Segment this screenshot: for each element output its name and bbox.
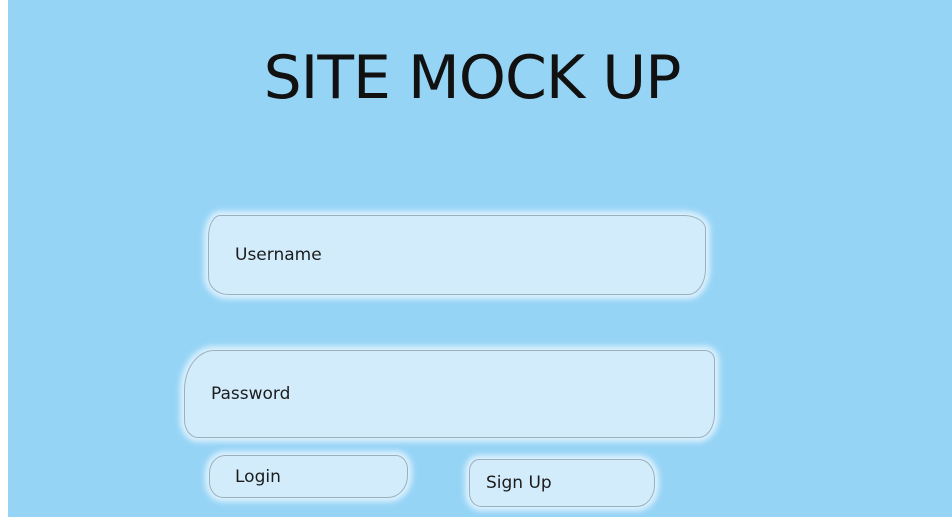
signup-button-label: Sign Up: [486, 473, 552, 493]
login-button-label: Login: [235, 466, 281, 487]
signup-button[interactable]: Sign Up: [469, 459, 655, 507]
login-button[interactable]: Login: [209, 455, 408, 498]
mockup-canvas: SITE MOCK UP Login Sign Up: [8, 0, 952, 517]
password-input[interactable]: [185, 351, 714, 437]
username-field: [208, 215, 706, 295]
username-input[interactable]: [209, 216, 705, 294]
page-title: SITE MOCK UP: [263, 43, 682, 113]
password-field: [184, 350, 715, 438]
